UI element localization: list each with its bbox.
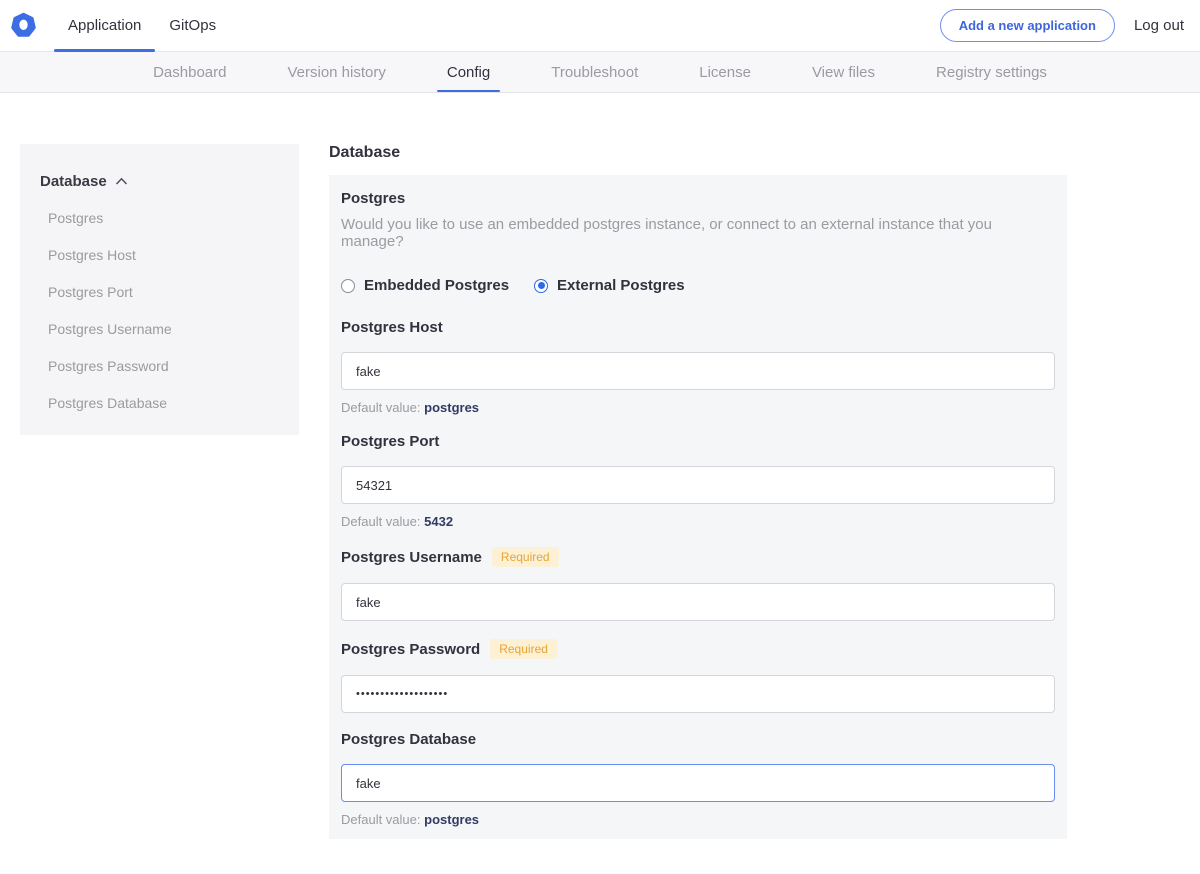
- topnav-tabs: Application GitOps: [54, 0, 230, 51]
- radio-external-postgres[interactable]: External Postgres: [534, 277, 685, 294]
- postgres-database-input[interactable]: [341, 764, 1055, 802]
- database-config-panel: Postgres Would you like to use an embedd…: [329, 175, 1067, 839]
- subtab-view-files[interactable]: View files: [802, 52, 885, 92]
- field-postgres-username: Postgres Username Required: [341, 547, 1055, 621]
- postgres-host-input[interactable]: [341, 352, 1055, 390]
- add-application-button[interactable]: Add a new application: [940, 9, 1115, 42]
- postgres-host-default-helper: Default value: postgres: [341, 400, 1055, 415]
- field-postgres-password-label: Postgres Password: [341, 641, 480, 658]
- section-heading: Database: [329, 144, 1067, 162]
- logout-link[interactable]: Log out: [1134, 17, 1188, 34]
- field-postgres-username-label: Postgres Username: [341, 549, 482, 566]
- radio-embedded-postgres-label: Embedded Postgres: [364, 277, 509, 294]
- field-postgres-host: Postgres Host Default value: postgres: [341, 319, 1055, 415]
- radio-unselected-icon: [341, 279, 355, 293]
- sidebar-item-postgres-database[interactable]: Postgres Database: [40, 395, 283, 411]
- required-badge: Required: [492, 547, 559, 567]
- sidebar-item-postgres[interactable]: Postgres: [40, 210, 283, 226]
- sidebar-group-database[interactable]: Database: [40, 173, 283, 190]
- postgres-database-default-helper: Default value: postgres: [341, 812, 1055, 827]
- subtab-troubleshoot[interactable]: Troubleshoot: [541, 52, 648, 92]
- subtab-config[interactable]: Config: [437, 52, 500, 92]
- field-postgres-database-label: Postgres Database: [341, 731, 476, 748]
- field-postgres-password: Postgres Password Required: [341, 639, 1055, 713]
- postgres-mode-radio-group: Embedded Postgres External Postgres: [341, 277, 1055, 294]
- sidebar-item-postgres-password[interactable]: Postgres Password: [40, 358, 283, 374]
- sidebar-item-postgres-port[interactable]: Postgres Port: [40, 284, 283, 300]
- tab-application-label: Application: [68, 17, 141, 34]
- postgres-group-title: Postgres: [341, 190, 1055, 207]
- field-postgres-database: Postgres Database Default value: postgre…: [341, 731, 1055, 827]
- tab-gitops-label: GitOps: [169, 17, 216, 34]
- app-sub-nav: Dashboard Version history Config Trouble…: [0, 52, 1200, 93]
- chevron-up-icon: [115, 173, 128, 190]
- field-postgres-port-label: Postgres Port: [341, 433, 439, 450]
- sidebar-item-postgres-username[interactable]: Postgres Username: [40, 321, 283, 337]
- field-postgres-host-label: Postgres Host: [341, 319, 443, 336]
- postgres-port-default-helper: Default value: 5432: [341, 514, 1055, 529]
- postgres-password-input[interactable]: [341, 675, 1055, 713]
- radio-embedded-postgres[interactable]: Embedded Postgres: [341, 277, 509, 294]
- sidebar-item-postgres-host[interactable]: Postgres Host: [40, 247, 283, 263]
- radio-selected-icon: [534, 279, 548, 293]
- default-value: postgres: [424, 812, 479, 827]
- subtab-version-history[interactable]: Version history: [277, 52, 395, 92]
- tab-gitops[interactable]: GitOps: [155, 0, 230, 51]
- config-page: Database Postgres Postgres Host Postgres…: [0, 93, 1200, 874]
- required-badge: Required: [490, 639, 557, 659]
- subtab-license[interactable]: License: [689, 52, 761, 92]
- default-value: 5432: [424, 514, 453, 529]
- config-main: Database Postgres Would you like to use …: [329, 144, 1067, 874]
- topnav-spacer: [230, 0, 940, 51]
- top-nav: Application GitOps Add a new application…: [0, 0, 1200, 52]
- postgres-group-description: Would you like to use an embedded postgr…: [341, 216, 1055, 250]
- default-value: postgres: [424, 400, 479, 415]
- field-postgres-port: Postgres Port Default value: 5432: [341, 433, 1055, 529]
- postgres-port-input[interactable]: [341, 466, 1055, 504]
- sidebar-group-label: Database: [40, 173, 107, 190]
- tab-application[interactable]: Application: [54, 0, 155, 51]
- app-logo-icon[interactable]: [10, 12, 37, 39]
- config-sidebar: Database Postgres Postgres Host Postgres…: [20, 144, 299, 435]
- subtab-registry-settings[interactable]: Registry settings: [926, 52, 1057, 92]
- radio-external-postgres-label: External Postgres: [557, 277, 685, 294]
- postgres-username-input[interactable]: [341, 583, 1055, 621]
- subtab-dashboard[interactable]: Dashboard: [143, 52, 236, 92]
